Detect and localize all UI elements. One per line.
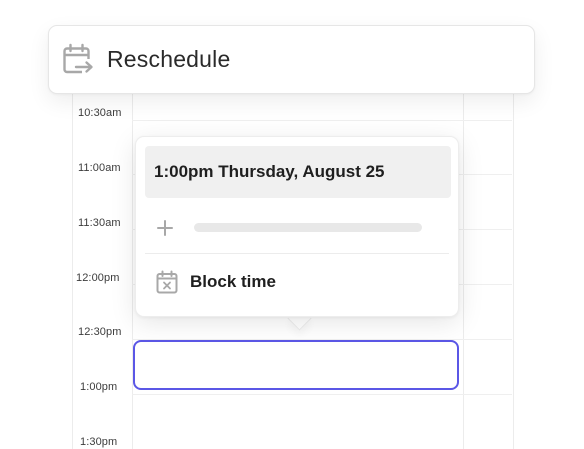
- calendar-arrow-icon: [63, 43, 93, 73]
- grid-line: [132, 120, 512, 121]
- grid-divider: [463, 60, 464, 449]
- popover-divider: [145, 253, 449, 254]
- event-title-placeholder[interactable]: [194, 223, 422, 232]
- block-time-button[interactable]: Block time: [156, 269, 276, 295]
- selected-time-slot[interactable]: [133, 340, 459, 390]
- time-label: 12:00pm: [76, 272, 120, 284]
- calendar-x-icon: [156, 270, 178, 294]
- time-label: 1:00pm: [80, 381, 118, 393]
- popover-datetime: 1:00pm Thursday, August 25: [145, 146, 451, 198]
- app-stage: 10:30am 11:00am 11:30am 12:00pm 12:30pm …: [0, 0, 584, 449]
- grid-line: [132, 394, 512, 395]
- reschedule-button[interactable]: Reschedule: [48, 25, 535, 94]
- grid-divider: [132, 60, 133, 449]
- time-label: 1:30pm: [80, 436, 118, 448]
- time-label: 12:30pm: [78, 326, 122, 338]
- slot-popover: 1:00pm Thursday, August 25 Block time: [135, 136, 459, 317]
- time-label: 10:30am: [78, 107, 122, 119]
- add-event-row[interactable]: [156, 217, 446, 239]
- plus-icon[interactable]: [156, 219, 174, 237]
- time-label: 11:00am: [78, 162, 121, 174]
- time-label: 11:30am: [78, 217, 121, 229]
- reschedule-label: Reschedule: [107, 46, 231, 72]
- block-time-label: Block time: [190, 272, 276, 291]
